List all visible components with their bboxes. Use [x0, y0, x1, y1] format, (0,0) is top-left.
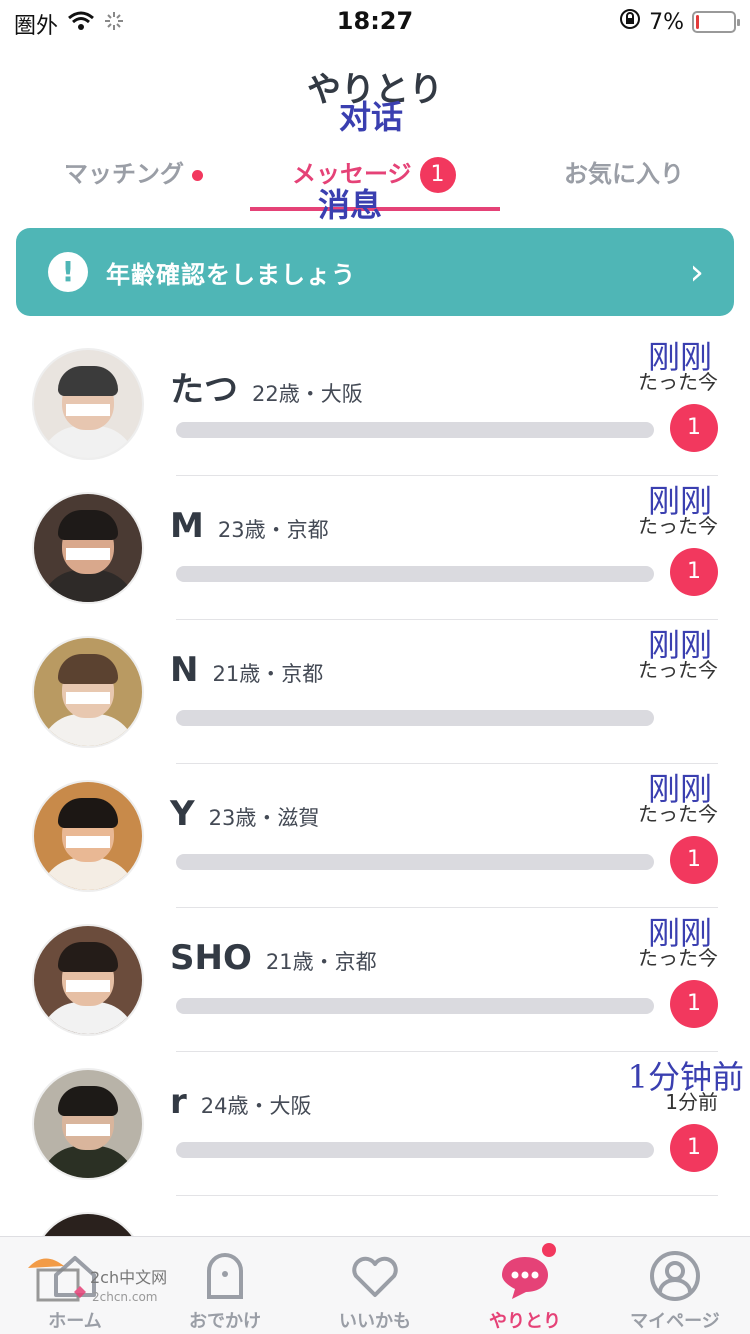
tab-favorites[interactable]: お気に入り	[564, 154, 684, 189]
banner-text: 年齢確認をしましょう	[106, 260, 356, 289]
conversation-row[interactable]: たつ 22歳・大阪 たった今 刚刚 1	[0, 332, 750, 476]
user-name: SHO	[170, 938, 252, 978]
timestamp-translation-overlay: 刚刚	[647, 482, 712, 520]
title-translation-overlay: 对话	[338, 98, 403, 136]
name-line: r 24歳・大阪	[170, 1082, 312, 1122]
alert-icon: !	[48, 252, 88, 292]
message-preview-placeholder	[176, 1142, 654, 1158]
conversation-list: たつ 22歳・大阪 たった今 刚刚 1 M 23歳・京都 たった今 刚刚 1 N…	[0, 332, 750, 1334]
unread-badge: 1	[670, 980, 718, 1028]
tab-translation-overlay: 消息	[317, 186, 382, 224]
tab-matching-label: マッチング	[64, 160, 184, 188]
timestamp-translation-overlay: 刚刚	[647, 914, 712, 952]
name-line: N 21歳・京都	[170, 650, 323, 690]
unread-badge: 1	[670, 1124, 718, 1172]
avatar[interactable]	[32, 348, 144, 460]
avatar[interactable]	[32, 636, 144, 748]
timestamp-translation-overlay: 1分钟前	[627, 1058, 744, 1096]
user-meta: 21歳・京都	[265, 950, 377, 974]
user-name: r	[170, 1082, 187, 1122]
conversation-row[interactable]: Y 23歳・滋賀 たった今 刚刚 1	[0, 764, 750, 908]
chat-bubble-icon	[502, 1257, 548, 1299]
user-meta: 22歳・大阪	[252, 382, 363, 406]
conversation-row[interactable]: r 24歳・大阪 1分前 1分钟前 1	[0, 1052, 750, 1196]
unread-badge: 1	[670, 548, 718, 596]
avatar[interactable]	[32, 492, 144, 604]
timestamp-translation-overlay: 刚刚	[647, 626, 712, 664]
age-verification-banner[interactable]: ! 年齢確認をしましょう ›	[16, 228, 734, 316]
notification-dot	[192, 169, 203, 181]
conversation-row[interactable]: M 23歳・京都 たった今 刚刚 1	[0, 476, 750, 620]
ghost-icon	[207, 1253, 243, 1299]
user-meta: 21歳・京都	[212, 662, 324, 686]
user-name: たつ	[170, 370, 238, 410]
name-line: M 23歳・京都	[170, 506, 329, 546]
chevron-right-icon: ›	[689, 251, 704, 293]
tab-mypage[interactable]: マイページ	[600, 1237, 750, 1334]
message-preview-placeholder	[176, 710, 654, 726]
tab-matching[interactable]: マッチング	[64, 154, 203, 189]
name-line: たつ 22歳・大阪	[170, 362, 363, 411]
battery-icon	[692, 11, 740, 33]
battery-percent: 7%	[649, 9, 684, 35]
name-line: SHO 21歳・京都	[170, 938, 377, 978]
tab-chat-label: やりとり	[489, 1311, 561, 1332]
unread-badge: 1	[670, 404, 718, 452]
user-meta: 24歳・大阪	[200, 1094, 312, 1118]
user-meta: 23歳・滋賀	[208, 806, 320, 830]
tab-outing-label: おでかけ	[189, 1311, 261, 1332]
user-icon	[650, 1251, 700, 1301]
message-preview-placeholder	[176, 566, 654, 582]
unread-badge: 1	[670, 836, 718, 884]
battery-fill	[696, 15, 699, 29]
status-bar: 圏外 18:27 7%	[0, 0, 750, 40]
avatar[interactable]	[32, 1068, 144, 1180]
user-meta: 23歳・京都	[217, 518, 329, 542]
user-name: N	[170, 650, 199, 690]
message-preview-placeholder	[176, 854, 654, 870]
watermark-subtext: 2chcn.com	[92, 1290, 158, 1304]
tab-mypage-label: マイページ	[630, 1311, 720, 1332]
notification-dot	[542, 1243, 556, 1257]
tab-chat[interactable]: やりとり	[450, 1237, 600, 1334]
user-name: M	[170, 506, 204, 546]
tab-favorites-label: お気に入り	[564, 160, 684, 188]
conversation-row[interactable]: SHO 21歳・京都 たった今 刚刚 1	[0, 908, 750, 1052]
tab-home-label: ホーム	[48, 1311, 102, 1332]
status-right: 7%	[619, 8, 740, 36]
rotation-lock-icon	[619, 8, 641, 36]
user-name: Y	[170, 794, 195, 834]
tab-maybe-like-label: いいかも	[339, 1311, 411, 1332]
message-preview-placeholder	[176, 422, 654, 438]
avatar[interactable]	[32, 924, 144, 1036]
timestamp-translation-overlay: 刚刚	[647, 770, 712, 808]
watermark-text: 2ch中文网	[90, 1268, 168, 1287]
timestamp-translation-overlay: 刚刚	[647, 338, 712, 376]
tab-maybe-like[interactable]: いいかも	[300, 1237, 450, 1334]
name-line: Y 23歳・滋賀	[170, 794, 319, 834]
conversation-row[interactable]: N 21歳・京都 たった今 刚刚	[0, 620, 750, 764]
heart-icon	[352, 1256, 398, 1297]
message-preview-placeholder	[176, 998, 654, 1014]
avatar[interactable]	[32, 780, 144, 892]
